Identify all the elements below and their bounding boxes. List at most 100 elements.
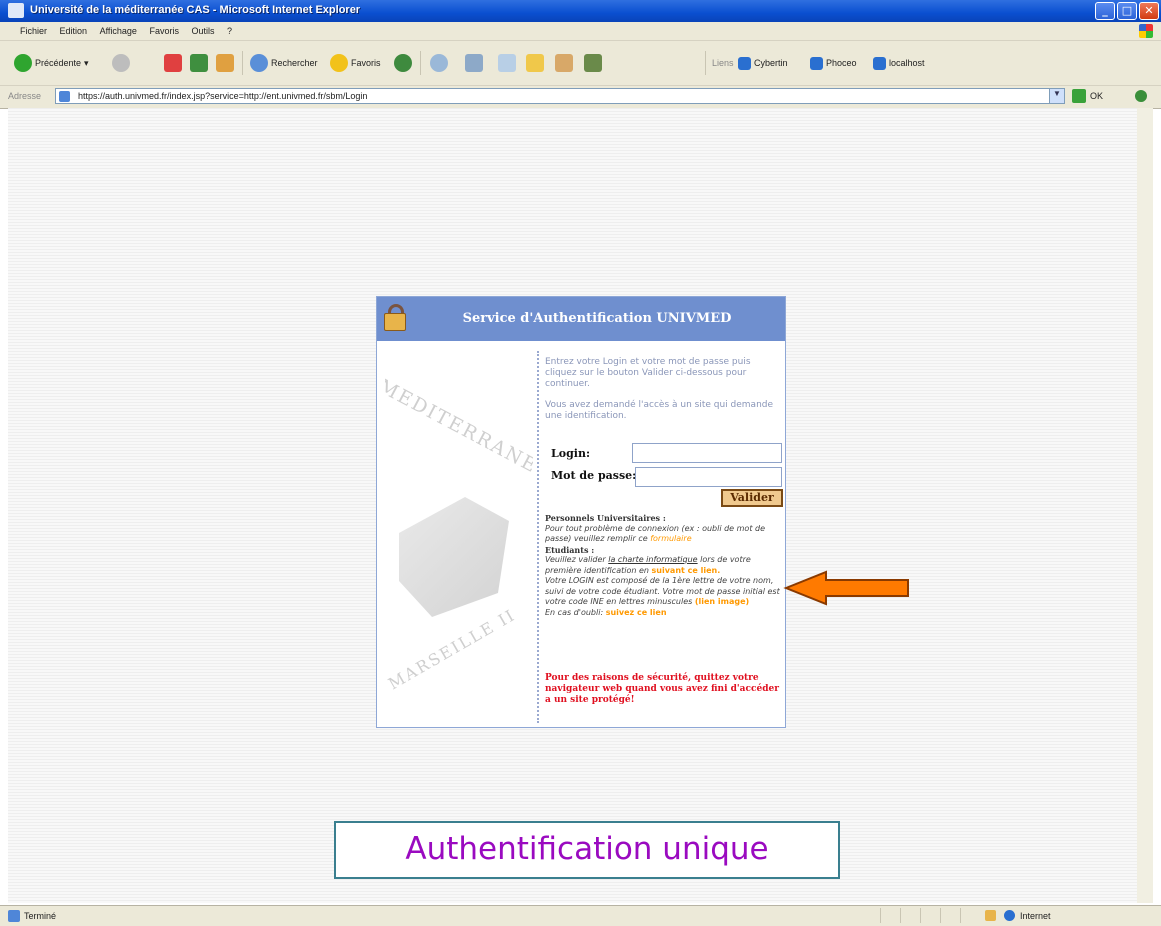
help-info: Personnels Universitaires : Pour tout pr… <box>545 513 785 618</box>
favorites-button[interactable]: Favoris <box>330 53 381 73</box>
password-input[interactable] <box>635 467 782 487</box>
messenger-icon <box>584 54 602 72</box>
follow-link[interactable]: suivant ce lien. <box>652 566 721 575</box>
link-cybertin[interactable]: Cybertin <box>738 53 788 73</box>
intro-paragraph-2: Vous avez demandé l'accès à un site qui … <box>545 400 774 421</box>
status-bar: Terminé Internet <box>0 905 1161 926</box>
forgot-link[interactable]: suivez ce lien <box>606 608 667 617</box>
search-label: Rechercher <box>271 58 318 68</box>
refresh-button[interactable] <box>190 53 208 73</box>
menu-edition[interactable]: Edition <box>60 22 88 40</box>
link-cybertin-label: Cybertin <box>754 58 788 68</box>
status-text: Terminé <box>24 911 57 921</box>
links-icon[interactable] <box>1135 90 1147 102</box>
vertical-scrollbar[interactable] <box>1137 108 1153 903</box>
mail-button[interactable] <box>430 53 448 73</box>
go-button[interactable]: OK <box>1090 91 1103 101</box>
print-button[interactable] <box>465 53 483 73</box>
university-watermark: MEDITERRANEE MARSEILLE II <box>385 347 533 717</box>
validate-button[interactable]: Valider <box>721 489 783 507</box>
login-title: Service d'Authentification UNIVMED <box>462 311 732 326</box>
menu-bar: Fichier Edition Affichage Favoris Outils… <box>0 22 1161 41</box>
toolbar-separator <box>705 51 706 75</box>
emblem-watermark <box>399 497 509 617</box>
link-phoceo-label: Phoceo <box>826 58 857 68</box>
address-label: Adresse <box>8 91 42 101</box>
windows-logo-icon <box>1139 24 1153 38</box>
menu-outils[interactable]: Outils <box>192 22 215 40</box>
search-icon <box>250 54 268 72</box>
security-warning: Pour des raisons de sécurité, quittez vo… <box>545 673 779 705</box>
page-icon <box>59 91 70 102</box>
page-link-icon <box>810 56 823 70</box>
page-link-icon <box>738 56 751 70</box>
link-localhost[interactable]: localhost <box>873 53 925 73</box>
history-icon <box>394 54 412 72</box>
address-dropdown-icon[interactable]: ▼ <box>1049 89 1064 103</box>
zone-label: Internet <box>1020 911 1051 921</box>
browser-window: Université de la méditerranée CAS - Micr… <box>0 0 1161 926</box>
address-bar: Adresse https://auth.univmed.fr/index.js… <box>0 86 1161 109</box>
menu-help[interactable]: ? <box>227 22 232 40</box>
print-icon <box>465 54 483 72</box>
edit-button[interactable] <box>498 53 516 73</box>
folder-icon <box>526 54 544 72</box>
title-bar: Université de la méditerranée CAS - Micr… <box>0 0 1161 22</box>
stop-button[interactable] <box>164 53 182 73</box>
page-status-icon <box>8 910 20 922</box>
research-button[interactable] <box>555 53 573 73</box>
pointer-arrow-icon <box>783 570 909 606</box>
forward-button[interactable] <box>112 53 130 73</box>
intro-paragraph-1: Entrez votre Login et votre mot de passe… <box>545 357 751 389</box>
students-text-1: Veuillez valider <box>545 555 606 564</box>
mail-icon <box>430 54 448 72</box>
toolbar-separator <box>242 51 243 75</box>
page-link-icon <box>873 56 886 70</box>
page-viewport: Service d'Authentification UNIVMED MEDIT… <box>8 108 1153 903</box>
login-panel: Service d'Authentification UNIVMED MEDIT… <box>376 296 786 728</box>
back-label: Précédente <box>35 58 82 68</box>
window-title: Université de la méditerranée CAS - Micr… <box>30 4 361 16</box>
home-icon <box>216 54 234 72</box>
slide-caption: Authentification unique <box>334 821 840 879</box>
links-label: Liens <box>712 58 734 68</box>
back-button[interactable]: Précédente ▾ <box>14 53 89 73</box>
login-input[interactable] <box>632 443 782 463</box>
history-button[interactable] <box>394 53 412 73</box>
menu-favoris[interactable]: Favoris <box>149 22 179 40</box>
toolbar-separator <box>420 51 421 75</box>
maximize-button[interactable]: □ <box>1117 2 1137 20</box>
stop-icon <box>164 54 182 72</box>
go-arrow-icon[interactable] <box>1072 89 1086 103</box>
login-label: Login: <box>551 447 590 460</box>
padlock-icon <box>985 910 996 921</box>
link-phoceo[interactable]: Phoceo <box>810 53 857 73</box>
students-heading: Etudiants : <box>545 544 595 555</box>
watermark-text-bottom: MARSEILLE II <box>385 605 519 694</box>
address-url: https://auth.univmed.fr/index.jsp?servic… <box>78 91 368 101</box>
forgot-text: En cas d'oubli: <box>545 607 604 617</box>
edit-page-icon <box>498 54 516 72</box>
menu-fichier[interactable]: Fichier <box>20 22 47 40</box>
folder-button[interactable] <box>526 53 544 73</box>
star-icon <box>330 54 348 72</box>
address-input[interactable]: https://auth.univmed.fr/index.jsp?servic… <box>55 88 1065 104</box>
watermark-text-top: MEDITERRANEE <box>385 375 533 486</box>
status-cells <box>880 908 980 923</box>
close-button[interactable]: ✕ <box>1139 2 1159 20</box>
back-arrow-icon <box>14 54 32 72</box>
minimize-button[interactable]: _ <box>1095 2 1115 20</box>
charter-link[interactable]: la charte informatique <box>608 555 697 564</box>
ie-app-icon <box>8 3 24 18</box>
vertical-divider <box>537 351 539 723</box>
menu-affichage[interactable]: Affichage <box>100 22 137 40</box>
home-button[interactable] <box>216 53 234 73</box>
internet-zone-icon <box>1004 910 1015 921</box>
favorites-label: Favoris <box>351 58 381 68</box>
search-button[interactable]: Rechercher <box>250 53 318 73</box>
image-link[interactable]: (lien image) <box>695 597 749 606</box>
staff-form-link[interactable]: formulaire <box>650 534 691 543</box>
link-localhost-label: localhost <box>889 58 925 68</box>
forward-arrow-icon <box>112 54 130 72</box>
messenger-button[interactable] <box>584 53 602 73</box>
